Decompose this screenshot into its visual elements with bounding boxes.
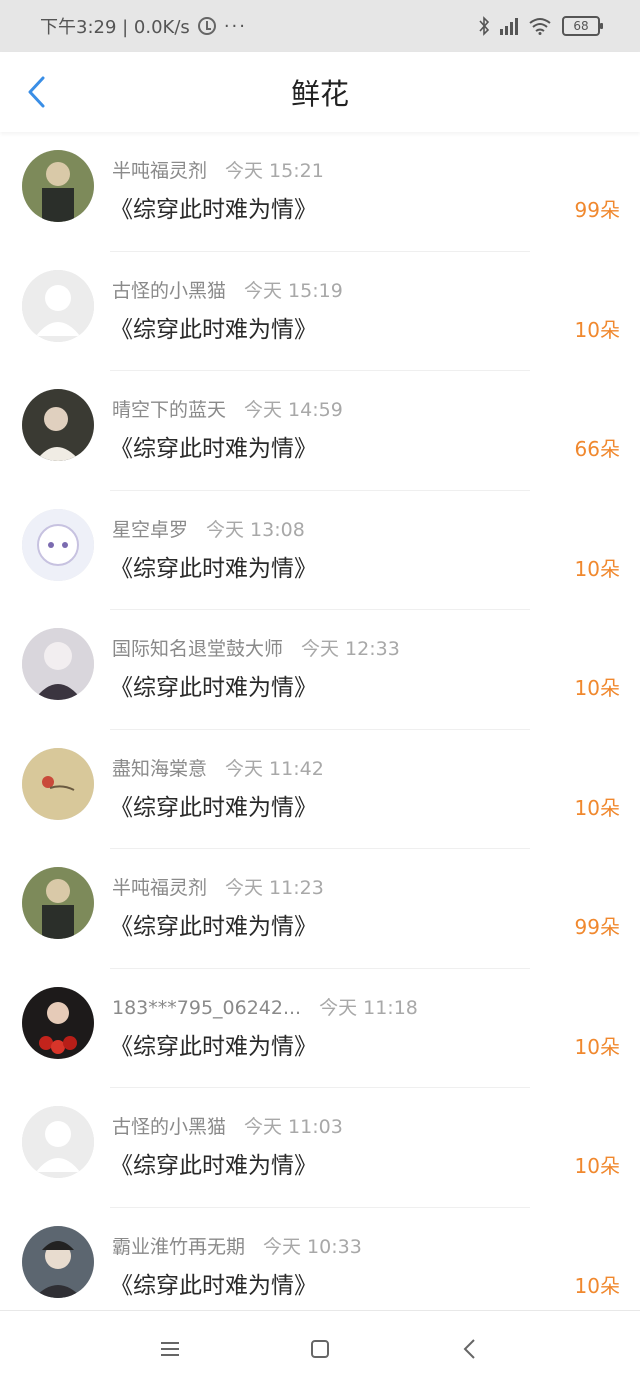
back-triangle-icon xyxy=(463,1339,475,1359)
list-item[interactable]: 183***795_06242... 今天 11:18 《综穿此时难为情》 10朵 xyxy=(0,969,640,1088)
list-item[interactable]: 晴空下的蓝天 今天 14:59 《综穿此时难为情》 66朵 xyxy=(0,371,640,491)
row-book-title: 《综穿此时难为情》 xyxy=(110,675,317,701)
row-flower-count: 10朵 xyxy=(574,317,620,342)
anime-gray-avatar[interactable] xyxy=(22,628,94,700)
list-item[interactable]: 星空卓罗 今天 13:08 《综穿此时难为情》 10朵 xyxy=(0,491,640,610)
list-item[interactable]: 半吨福灵剂 今天 11:23 《综穿此时难为情》 99朵 xyxy=(0,849,640,969)
status-left: 下午3:29 | 0.0K/s ··· xyxy=(40,13,247,39)
row-user-name: 霸业淮竹再无期 今天 10:33 xyxy=(112,1232,362,1259)
row-flower-count: 66朵 xyxy=(574,437,620,461)
row-book-title: 《综穿此时难为情》 xyxy=(110,1272,317,1299)
list-item[interactable]: 半吨福灵剂 今天 15:21 《综穿此时难为情》 99朵 xyxy=(0,132,640,252)
system-back-button[interactable] xyxy=(450,1329,490,1369)
user-name: 183***795_06242... xyxy=(112,996,302,1019)
row-user-name: 半吨福灵剂 今天 15:21 xyxy=(112,156,324,183)
row-time: 今天 13:08 xyxy=(206,518,305,541)
row-flower-count: 10朵 xyxy=(574,795,620,820)
back-arrow-icon xyxy=(28,76,45,108)
user-name: 盡知海棠意 xyxy=(112,757,208,780)
default-avatar[interactable] xyxy=(22,269,94,342)
row-book-title: 《综穿此时难为情》 xyxy=(110,436,317,462)
list-item[interactable]: 古怪的小黑猫 今天 15:19 《综穿此时难为情》 10朵 xyxy=(0,252,640,371)
anime-white-avatar[interactable] xyxy=(22,508,94,581)
home-square-icon xyxy=(311,1340,329,1358)
flower-list: 半吨福灵剂 今天 15:21 《综穿此时难为情》 99朵 古怪的小黑猫 今天 15:… xyxy=(0,132,640,1327)
alarm-icon xyxy=(197,17,216,35)
row-time: 今天 10:33 xyxy=(263,1235,362,1258)
bluetooth-icon xyxy=(479,16,490,36)
row-user-name: 古怪的小黑猫 今天 15:19 xyxy=(112,276,343,303)
system-nav-bar xyxy=(0,1310,640,1387)
status-bar: 下午3:29 | 0.0K/s ··· 68 xyxy=(0,0,640,52)
status-time-speed: 下午3:29 | 0.0K/s xyxy=(40,17,190,38)
menu-button[interactable] xyxy=(150,1329,190,1369)
row-book-title: 《综穿此时难为情》 xyxy=(110,555,317,582)
user-name: 晴空下的蓝天 xyxy=(112,399,227,421)
row-book-title: 《综穿此时难为情》 xyxy=(110,316,317,343)
row-time: 今天 11:23 xyxy=(225,877,324,899)
page-title: 鲜花 xyxy=(290,77,349,111)
list-item[interactable]: 国际知名退堂鼓大师 今天 12:33 《综穿此时难为情》 10朵 xyxy=(0,610,640,730)
user-name: 霸业淮竹再无期 xyxy=(112,1235,246,1258)
row-book-title: 《综穿此时难为情》 xyxy=(110,1153,317,1179)
default-avatar[interactable] xyxy=(22,1106,94,1178)
row-flower-count: 99朵 xyxy=(574,915,620,939)
row-user-name: 国际知名退堂鼓大师 今天 12:33 xyxy=(112,634,400,661)
status-right: 68 xyxy=(478,16,603,36)
beige-art-avatar[interactable] xyxy=(22,747,94,820)
row-time: 今天 12:33 xyxy=(301,638,400,660)
row-user-name: 183***795_06242... 今天 11:18 xyxy=(112,993,418,1020)
row-user-name: 盡知海棠意 今天 11:42 xyxy=(112,754,324,781)
row-flower-count: 10朵 xyxy=(574,1154,620,1178)
row-flower-count: 10朵 xyxy=(574,676,620,700)
row-flower-count: 10朵 xyxy=(574,1273,620,1298)
row-book-title: 《综穿此时难为情》 xyxy=(110,794,317,821)
row-user-name: 星空卓罗 今天 13:08 xyxy=(112,515,305,542)
row-user-name: 半吨福灵剂 今天 11:23 xyxy=(112,873,324,900)
user-name: 半吨福灵剂 xyxy=(112,877,208,899)
roses-portrait-avatar[interactable] xyxy=(22,986,94,1059)
row-time: 今天 11:42 xyxy=(225,757,324,780)
row-flower-count: 10朵 xyxy=(574,1034,620,1059)
home-button[interactable] xyxy=(300,1329,340,1369)
row-time: 今天 11:18 xyxy=(319,996,418,1019)
portrait-green-avatar[interactable] xyxy=(22,150,94,222)
wifi-icon xyxy=(529,18,551,35)
row-book-title: 《综穿此时难为情》 xyxy=(110,1033,317,1060)
signal-icon xyxy=(500,17,518,35)
row-flower-count: 10朵 xyxy=(574,556,620,581)
row-time: 今天 14:59 xyxy=(244,399,343,421)
portrait-green-avatar[interactable] xyxy=(22,867,94,939)
user-name: 星空卓罗 xyxy=(112,518,189,541)
row-book-title: 《综穿此时难为情》 xyxy=(110,914,317,940)
row-time: 今天 15:19 xyxy=(244,279,343,302)
list-item[interactable]: 古怪的小黑猫 今天 11:03 《综穿此时难为情》 10朵 xyxy=(0,1088,640,1208)
header: 鲜花 xyxy=(0,52,640,132)
row-time: 今天 11:03 xyxy=(244,1116,343,1138)
user-name: 半吨福灵剂 xyxy=(112,160,208,182)
user-name: 古怪的小黑猫 xyxy=(112,1116,227,1138)
portrait-dark-avatar[interactable] xyxy=(22,389,94,461)
row-user-name: 晴空下的蓝天 今天 14:59 xyxy=(112,395,343,422)
menu-icon xyxy=(161,1342,179,1356)
battery-icon: 68 xyxy=(562,16,603,36)
user-name: 古怪的小黑猫 xyxy=(112,279,227,302)
row-time: 今天 15:21 xyxy=(225,160,324,182)
back-button[interactable] xyxy=(18,72,54,112)
portrait-costume-avatar[interactable] xyxy=(22,1225,94,1298)
row-flower-count: 99朵 xyxy=(574,198,620,222)
row-user-name: 古怪的小黑猫 今天 11:03 xyxy=(112,1112,343,1139)
row-book-title: 《综穿此时难为情》 xyxy=(110,197,317,223)
more-dots-icon: ··· xyxy=(223,15,247,37)
list-item[interactable]: 盡知海棠意 今天 11:42 《综穿此时难为情》 10朵 xyxy=(0,730,640,849)
user-name: 国际知名退堂鼓大师 xyxy=(112,638,284,660)
